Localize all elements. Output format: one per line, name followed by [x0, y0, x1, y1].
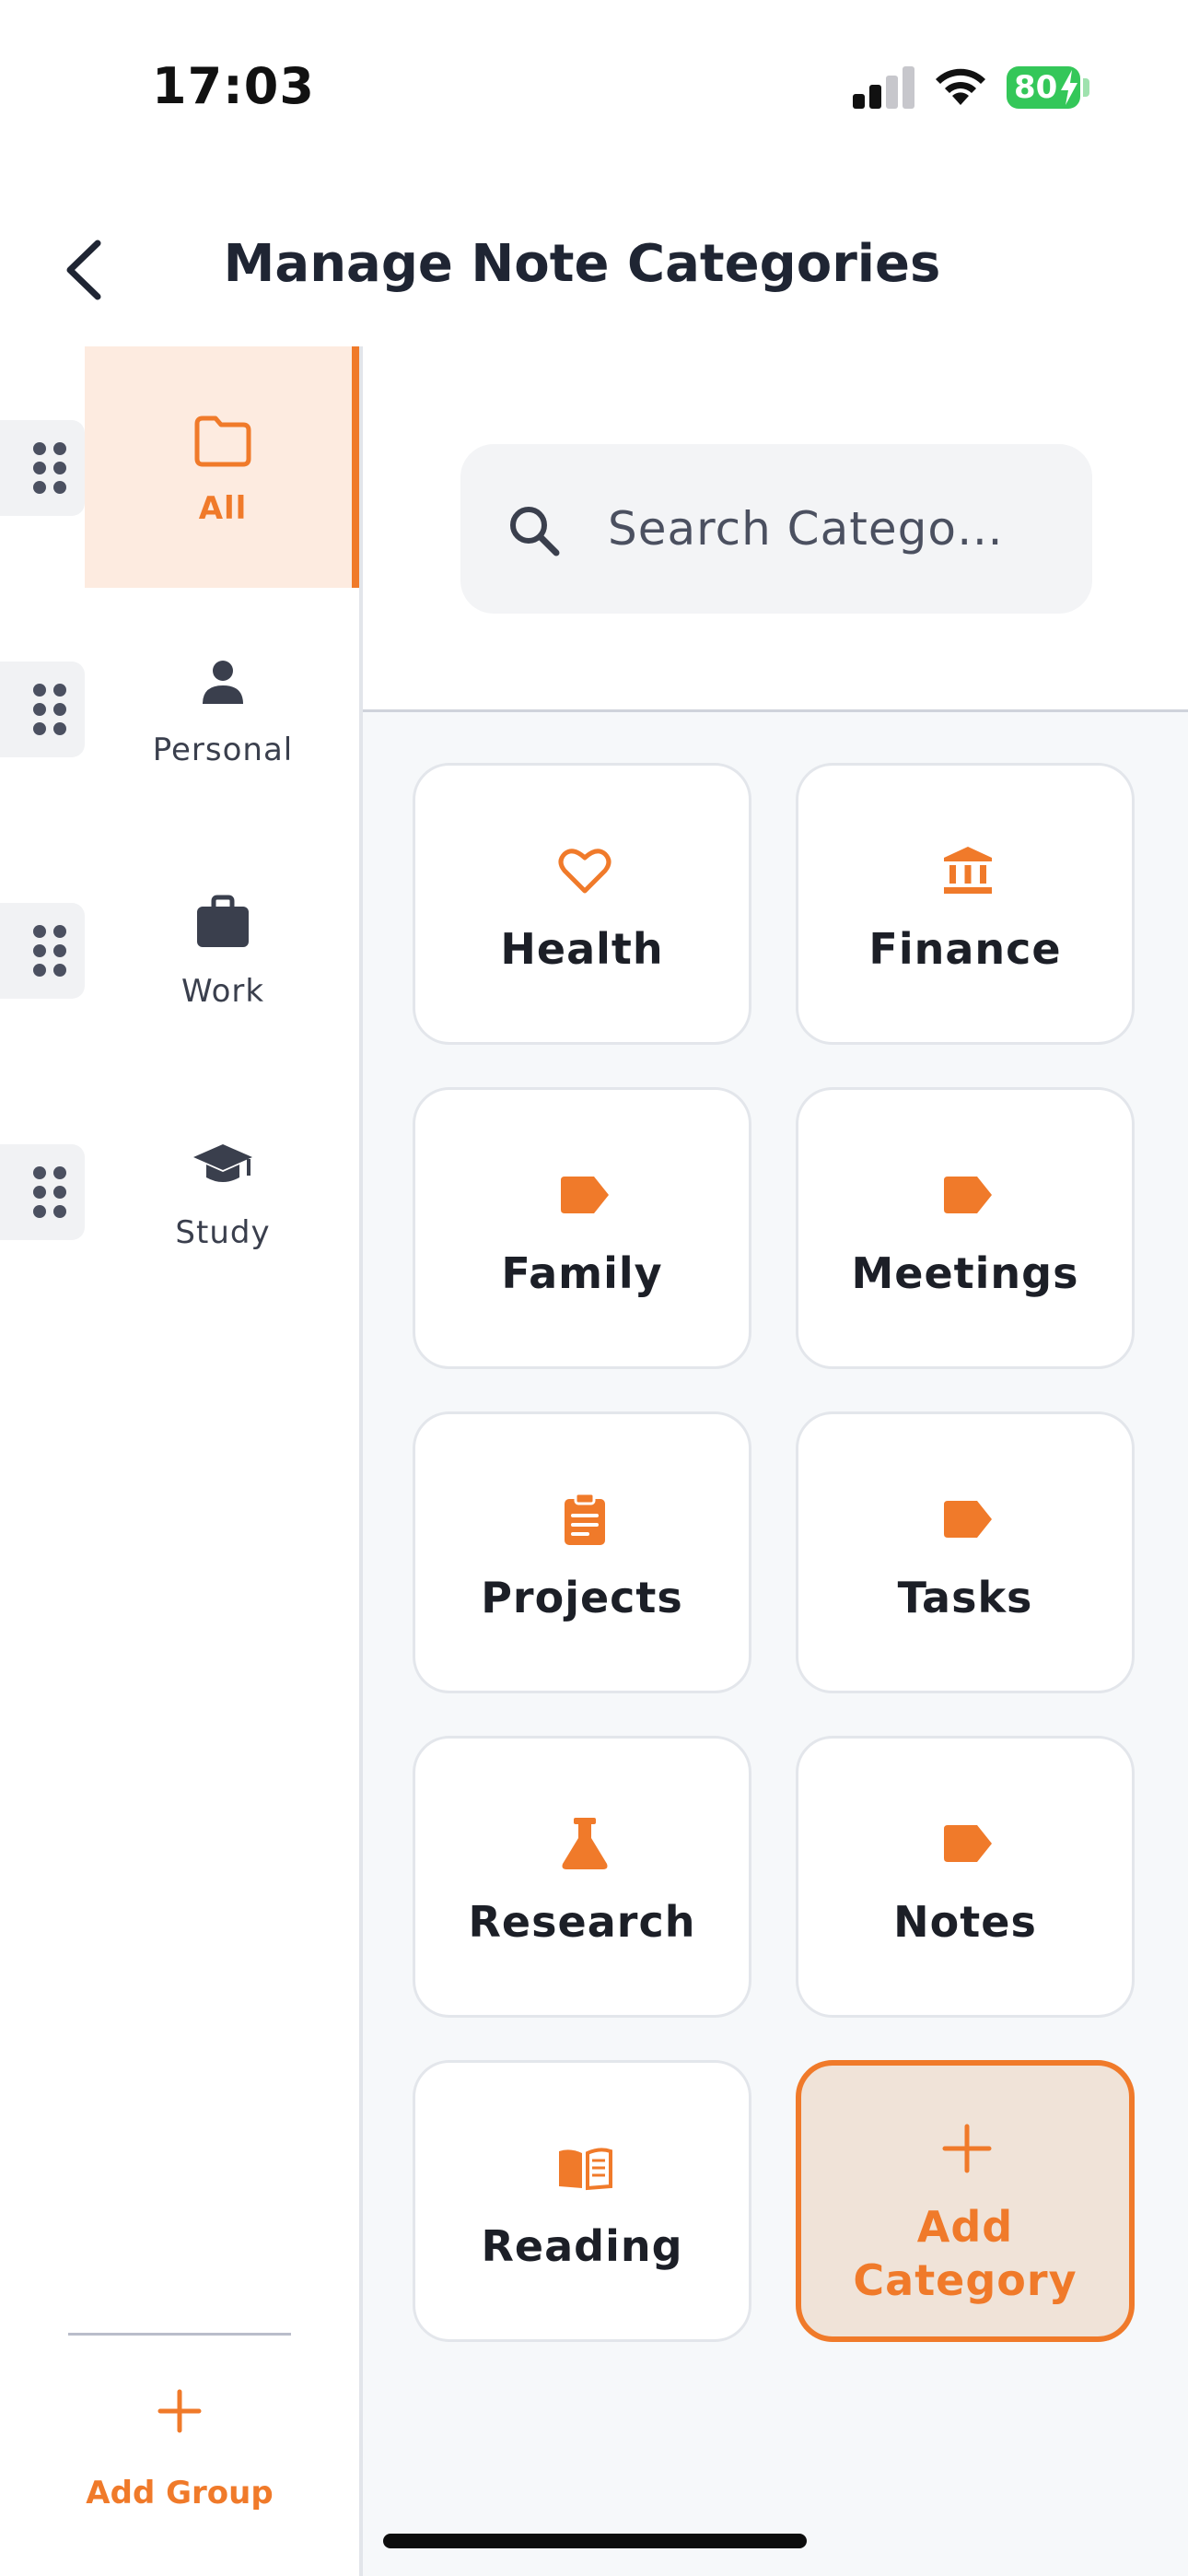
category-label: Projects — [481, 1573, 683, 1622]
person-icon — [203, 661, 243, 704]
category-label: Meetings — [851, 1248, 1079, 1298]
category-label: Research — [468, 1897, 696, 1947]
category-card-family[interactable]: Family — [413, 1087, 751, 1369]
add-group-label: Add Group — [86, 2475, 274, 2512]
tag-icon — [944, 1177, 992, 1213]
category-label: Tasks — [897, 1573, 1033, 1622]
flask-icon — [562, 1818, 608, 1869]
header: Manage Note Categories — [0, 193, 1188, 341]
add-category-label-line1: Add — [916, 2202, 1014, 2252]
sidebar-item-label: All — [198, 490, 248, 527]
heart-icon — [558, 849, 611, 894]
bank-icon — [944, 847, 992, 894]
add-category-label: Add Category — [801, 2200, 1129, 2307]
drag-handle-icon[interactable] — [0, 420, 85, 516]
add-category-button[interactable]: Add Category — [796, 2060, 1135, 2342]
sidebar-bottom-divider — [68, 2333, 291, 2336]
search-input[interactable] — [608, 490, 1068, 568]
category-card-research[interactable]: Research — [413, 1736, 751, 2018]
category-panel: Health Finance Family Meetings — [363, 346, 1188, 2576]
tag-icon — [944, 1501, 992, 1538]
sidebar-item-personal[interactable]: Personal — [85, 588, 361, 829]
category-card-notes[interactable]: Notes — [796, 1736, 1135, 2018]
category-card-reading[interactable]: Reading — [413, 2060, 751, 2342]
status-time: 17:03 — [152, 57, 315, 115]
plus-icon — [942, 2124, 992, 2173]
category-card-projects[interactable]: Projects — [413, 1411, 751, 1693]
plus-icon — [157, 2389, 202, 2433]
battery-level: 80 — [1014, 69, 1058, 106]
drag-handle-icon[interactable] — [0, 662, 85, 757]
home-indicator[interactable] — [383, 2534, 807, 2548]
tag-icon — [561, 1177, 609, 1213]
category-label: Notes — [893, 1897, 1037, 1947]
category-card-finance[interactable]: Finance — [796, 763, 1135, 1045]
group-row-work: Work — [0, 829, 361, 1071]
group-row-all: All — [0, 346, 361, 588]
page-title: Manage Note Categories — [223, 234, 941, 294]
charging-bolt-icon — [1061, 70, 1077, 105]
battery-cap — [1083, 78, 1089, 97]
clipboard-icon — [565, 1492, 605, 1545]
briefcase-icon — [197, 895, 249, 947]
search-area — [363, 346, 1188, 712]
add-group-button[interactable]: Add Group — [55, 2386, 304, 2524]
category-card-tasks[interactable]: Tasks — [796, 1411, 1135, 1693]
group-row-study: Study — [0, 1071, 361, 1312]
tag-icon — [944, 1825, 992, 1862]
drag-handle-icon[interactable] — [0, 1144, 85, 1240]
open-book-icon — [559, 2148, 612, 2191]
wifi-icon — [936, 68, 985, 105]
folder-icon — [194, 416, 251, 467]
drag-handle-icon[interactable] — [0, 903, 85, 999]
search-bar[interactable] — [460, 444, 1092, 614]
sidebar-item-label: Work — [181, 973, 265, 1010]
sidebar-item-study[interactable]: Study — [85, 1071, 361, 1312]
sidebar-item-all[interactable]: All — [85, 346, 361, 588]
category-card-meetings[interactable]: Meetings — [796, 1087, 1135, 1369]
category-label: Reading — [481, 2221, 683, 2271]
sidebar-item-work[interactable]: Work — [85, 829, 361, 1071]
cellular-signal-icon — [853, 66, 914, 109]
graduation-cap-icon — [193, 1144, 252, 1182]
search-icon — [510, 507, 560, 556]
add-category-label-line2: Category — [853, 2255, 1077, 2305]
sidebar-item-label: Study — [175, 1214, 271, 1251]
sidebar-item-label: Personal — [152, 732, 294, 768]
group-sidebar: All Personal Work Study — [0, 346, 361, 2576]
category-label: Finance — [868, 924, 1062, 974]
status-bar: 17:03 80 — [0, 0, 1188, 175]
category-label: Health — [500, 924, 664, 974]
group-row-personal: Personal — [0, 588, 361, 829]
category-card-health[interactable]: Health — [413, 763, 751, 1045]
category-label: Family — [501, 1248, 663, 1298]
